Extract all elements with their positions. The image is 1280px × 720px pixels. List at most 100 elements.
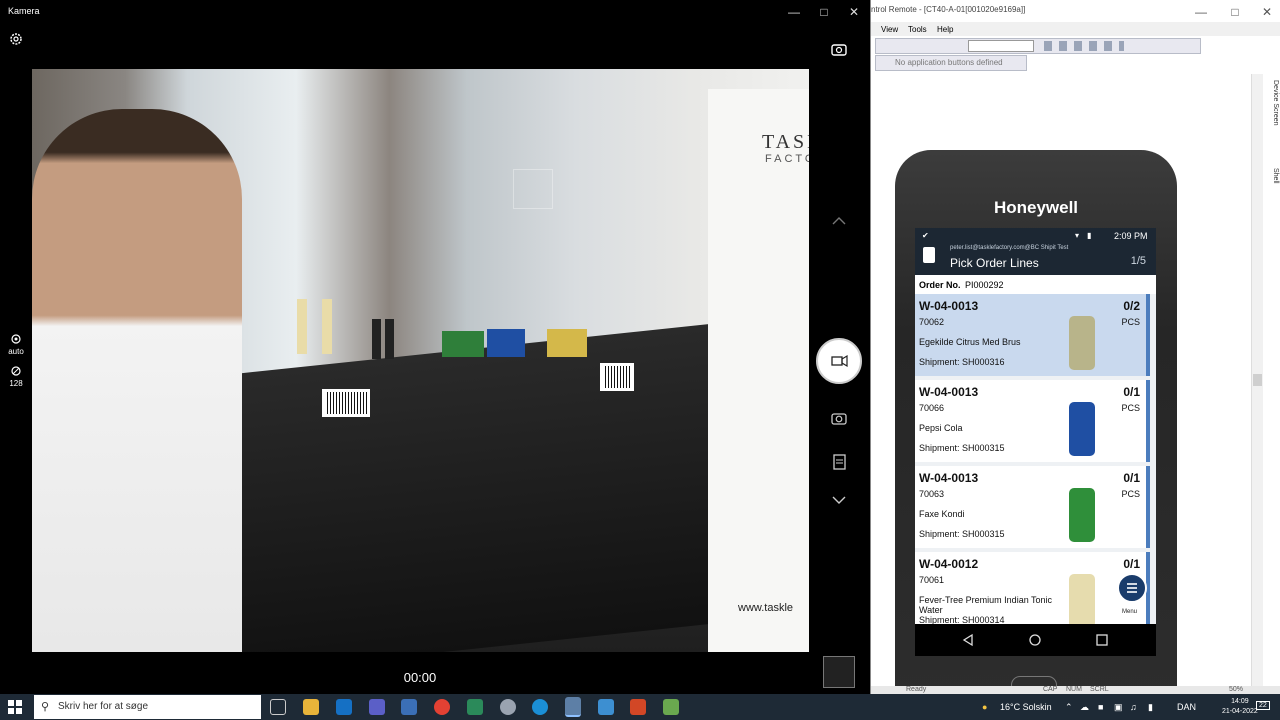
exposure-mode: auto [8, 347, 24, 356]
counter [232, 323, 712, 652]
camera-app-icon[interactable] [565, 697, 581, 717]
status-zoom: 50% [1229, 686, 1244, 693]
rollup-banner [708, 89, 809, 652]
pick-line-card[interactable]: W-04-0013 0/2 70062 PCS Egekilde Citrus Med … [915, 294, 1150, 376]
maximize-button[interactable]: □ [814, 4, 834, 20]
toolbar-buttons[interactable] [1044, 41, 1124, 51]
page-count: 1/5 [1130, 255, 1146, 267]
toolbar [875, 38, 1201, 54]
scroll-thumb[interactable] [1253, 374, 1262, 386]
pick-line-shipment: Shipment: SH000315 [919, 529, 1005, 539]
battery-icon[interactable]: ▮ [1148, 702, 1153, 713]
network-icon[interactable]: ▣ [1114, 702, 1123, 713]
account-text: peter.list@tasklefactory.com@BC Shipit T… [950, 245, 1069, 251]
onedrive-icon[interactable]: ☁ [1080, 702, 1089, 713]
menu-fab-label: Menu [1122, 609, 1138, 615]
pick-line-quantity: 0/1 [1123, 385, 1140, 399]
desktop: Kamera — □ ✕ TAS FACT www.taskle auto 12… [0, 0, 1280, 720]
microphone-icon[interactable]: ■ [1098, 702, 1103, 712]
teams-icon[interactable] [369, 699, 385, 715]
side-tab-device-screen[interactable]: Device Screen [1265, 80, 1279, 126]
menu-fab-button[interactable] [1117, 573, 1147, 603]
no-buttons-text: No application buttons defined [895, 58, 1003, 67]
chevron-up-icon[interactable] [830, 212, 848, 230]
clock[interactable]: 14:09 21-04-2022 [1222, 697, 1258, 717]
pick-line-location: W-04-0013 [919, 471, 979, 485]
recent-apps-icon[interactable] [1095, 633, 1109, 647]
pick-line-shipment: Shipment: SH000315 [919, 443, 1005, 453]
pick-line-card[interactable]: W-04-0013 0/1 70066 PCS Pepsi Cola Shipment: … [915, 380, 1150, 462]
pick-line-description: Egekilde Citrus Med Brus [919, 337, 1021, 347]
pick-line-item-no: 70061 [919, 575, 945, 585]
focus-box [513, 169, 553, 209]
notification-center[interactable]: 22 [1256, 701, 1270, 710]
remote-control-window: ntrol Remote - [CT40-A-01[001020e9169a]]… [870, 0, 1280, 720]
maximize-button[interactable]: □ [1225, 4, 1245, 20]
chevron-down-icon[interactable] [830, 491, 848, 509]
iso-value: 128 [9, 379, 23, 388]
volume-icon[interactable]: ♫ [1130, 702, 1137, 712]
chrome-icon[interactable] [434, 699, 450, 715]
status-scrl: SCRL [1090, 686, 1109, 693]
pick-line-quantity: 0/1 [1123, 557, 1140, 571]
pick-line-uom: PCS [1121, 317, 1140, 327]
pick-line-quantity: 0/2 [1123, 299, 1140, 313]
device-dropdown[interactable] [968, 40, 1034, 52]
vertical-scrollbar[interactable] [1251, 74, 1263, 686]
application-toolbar: No application buttons defined [875, 55, 1027, 71]
remote-control-app-icon[interactable] [663, 699, 679, 715]
pick-line-uom: PCS [1121, 403, 1140, 413]
device-screen[interactable]: ✔ ▾ ▮ 2:09 PM peter.list@tasklefactory.c… [915, 228, 1156, 656]
menu-tools[interactable]: Tools [908, 25, 927, 34]
power-bi-icon[interactable] [401, 699, 417, 715]
record-video-button[interactable] [816, 338, 862, 384]
outlook-icon[interactable] [336, 699, 352, 715]
windows-start-icon[interactable] [8, 700, 22, 714]
edge-icon[interactable] [532, 699, 548, 715]
pick-line-card[interactable]: W-04-0013 0/1 70063 PCS Faxe Kondi Shipment: … [915, 466, 1150, 548]
gallery-thumbnail[interactable] [823, 656, 855, 688]
product-image [1069, 574, 1095, 628]
remote-window-title: ntrol Remote - [CT40-A-01[001020e9169a]] [871, 5, 1026, 14]
home-icon[interactable] [1028, 633, 1042, 647]
switch-camera-icon[interactable] [830, 40, 848, 58]
minimize-button[interactable]: — [1191, 4, 1211, 20]
device-canvas: Honeywell ✔ ▾ ▮ 2:09 PM peter.list@taskl… [871, 74, 1251, 720]
calculator-icon[interactable] [467, 699, 483, 715]
taskbar: ⚲ Skriv her for at søge ● 16°C Solskin ⌃… [0, 694, 1280, 720]
minimize-button[interactable]: — [784, 4, 804, 20]
app-icon[interactable] [500, 699, 516, 715]
task-view-icon[interactable] [270, 699, 286, 715]
device-frame: Honeywell ✔ ▾ ▮ 2:09 PM peter.list@taskl… [895, 150, 1177, 720]
pick-line-card[interactable]: W-04-0012 0/1 70061 Fever-Tree Premium Indi… [915, 552, 1150, 634]
pick-line-description: Faxe Kondi [919, 509, 965, 519]
recording-timer: 00:00 [403, 670, 437, 685]
powerpoint-icon[interactable] [630, 699, 646, 715]
close-button[interactable]: ✕ [1257, 4, 1277, 20]
language-indicator[interactable]: DAN [1177, 702, 1196, 712]
file-explorer-icon[interactable] [303, 699, 319, 715]
video-camera-icon [831, 354, 848, 368]
weather-text[interactable]: 16°C Solskin [1000, 702, 1052, 712]
gear-icon[interactable] [8, 31, 24, 47]
brightness-icon [11, 334, 21, 344]
exposure-control[interactable]: auto [6, 333, 26, 356]
clipboard-icon [923, 247, 935, 263]
pick-line-item-no: 70066 [919, 403, 945, 413]
clock-date: 21-04-2022 [1222, 708, 1258, 715]
pick-line-item-no: 70062 [919, 317, 945, 327]
chevron-up-icon[interactable]: ⌃ [1065, 702, 1073, 713]
side-tab-shell[interactable]: Shell [1265, 168, 1279, 184]
close-button[interactable]: ✕ [844, 4, 864, 20]
photo-camera-icon[interactable] [830, 409, 848, 427]
back-icon[interactable] [961, 633, 975, 647]
iso-icon [11, 366, 21, 376]
taskbar-search[interactable]: ⚲ Skriv her for at søge [34, 695, 261, 719]
menu-view[interactable]: View [881, 25, 898, 34]
document-scan-icon[interactable] [830, 453, 848, 471]
status-time: 2:09 PM [1114, 231, 1148, 241]
menu-help[interactable]: Help [937, 25, 953, 34]
snowflake-app-icon[interactable] [598, 699, 614, 715]
android-status-bar: ✔ ▾ ▮ 2:09 PM [915, 228, 1156, 244]
iso-control[interactable]: 128 [6, 365, 26, 388]
